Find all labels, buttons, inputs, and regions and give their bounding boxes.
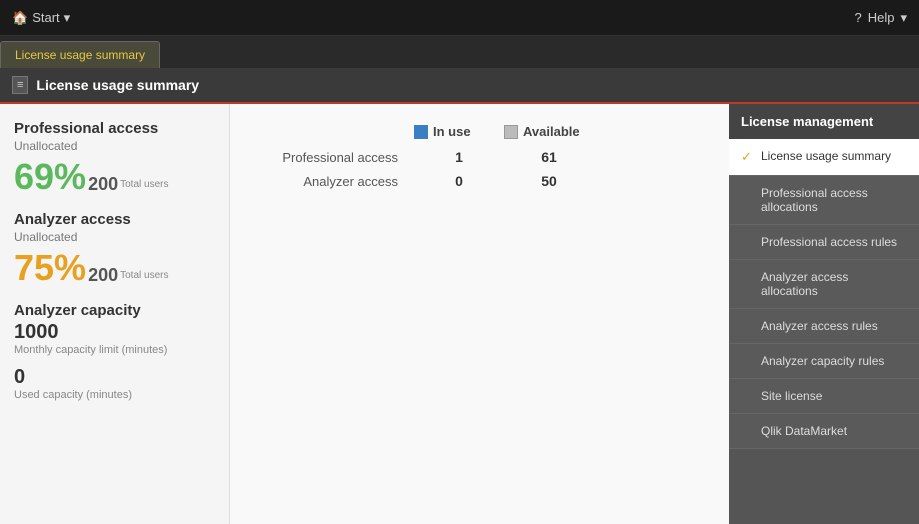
sidebar-item-analyzer-allocations[interactable]: Analyzer access allocations [729, 260, 919, 309]
sidebar-item-qlik-datamarket[interactable]: Qlik DataMarket [729, 414, 919, 449]
analyzer-capacity-label: Monthly capacity limit (minutes) [14, 344, 215, 356]
professional-access-percent: 69% [14, 159, 86, 195]
home-icon: 🏠 [12, 10, 28, 26]
professional-access-subtitle: Unallocated [14, 139, 215, 153]
sidebar-item-professional-rules[interactable]: Professional access rules [729, 225, 919, 260]
in-use-color-swatch [414, 125, 428, 139]
row-professional-inuse: 1 [414, 149, 504, 165]
analyzer-access-total-num: 200 [88, 265, 118, 286]
row-analyzer-inuse: 0 [414, 173, 504, 189]
analyzer-access-section: Analyzer access Unallocated 75% 200 Tota… [14, 211, 215, 286]
page-header: ≡ License usage summary [0, 68, 919, 104]
page-title: License usage summary [36, 77, 199, 93]
professional-access-total-num: 200 [88, 174, 118, 195]
available-color-swatch [504, 125, 518, 139]
tab-license-usage-summary[interactable]: License usage summary [0, 41, 160, 68]
top-nav: 🏠 Start ▾ ? Help ▾ [0, 0, 919, 36]
professional-access-stats: 69% 200 Total users [14, 159, 215, 195]
analyzer-access-total-label: Total users [120, 270, 168, 282]
analyzer-access-percent: 75% [14, 250, 86, 286]
check-icon: ✓ [741, 149, 755, 165]
sidebar-item-label-site-license: Site license [761, 389, 907, 403]
row-professional-available: 61 [504, 149, 594, 165]
table-row-analyzer: Analyzer access 0 50 [254, 173, 705, 189]
sidebar-item-analyzer-access-rules[interactable]: Analyzer access rules [729, 309, 919, 344]
sidebar-item-site-license[interactable]: Site license [729, 379, 919, 414]
main-layout: Professional access Unallocated 69% 200 … [0, 104, 919, 524]
professional-access-section: Professional access Unallocated 69% 200 … [14, 120, 215, 195]
help-label: Help [868, 10, 895, 25]
sidebar-item-label-professional-rules: Professional access rules [761, 235, 907, 249]
page-header-icon: ≡ [12, 76, 28, 94]
col-header-available: Available [504, 124, 594, 139]
analyzer-capacity-section: Analyzer capacity 1000 Monthly capacity … [14, 302, 215, 401]
sidebar-item-license-usage-summary[interactable]: ✓ License usage summary [729, 139, 919, 176]
sidebar-item-label-license-usage: License usage summary [761, 149, 907, 163]
start-arrow-icon: ▾ [64, 10, 71, 26]
sidebar-item-professional-allocations[interactable]: Professional access allocations [729, 176, 919, 225]
analyzer-used-label: Used capacity (minutes) [14, 389, 215, 401]
sidebar-item-label-qlik-datamarket: Qlik DataMarket [761, 424, 907, 438]
sidebar-item-label-analyzer-capacity-rules: Analyzer capacity rules [761, 354, 907, 368]
analyzer-capacity-value: 1000 [14, 321, 215, 344]
professional-access-total-label: Total users [120, 179, 168, 191]
analyzer-access-subtitle: Unallocated [14, 230, 215, 244]
col-header-in-use-label: In use [433, 124, 471, 139]
sidebar-header: License management [729, 104, 919, 139]
start-menu[interactable]: 🏠 Start ▾ [12, 10, 70, 26]
col-header-in-use: In use [414, 124, 504, 139]
sidebar-item-analyzer-capacity-rules[interactable]: Analyzer capacity rules [729, 344, 919, 379]
row-analyzer-available: 50 [504, 173, 594, 189]
start-label: Start [32, 10, 59, 25]
analyzer-access-stats: 75% 200 Total users [14, 250, 215, 286]
row-analyzer-label: Analyzer access [254, 174, 414, 189]
analyzer-access-title: Analyzer access [14, 211, 215, 228]
right-sidebar: License management ✓ License usage summa… [729, 104, 919, 524]
analyzer-used-value: 0 [14, 366, 215, 389]
table-row-professional: Professional access 1 61 [254, 149, 705, 165]
sidebar-item-label-professional-allocations: Professional access allocations [761, 186, 907, 214]
center-panel: In use Available Professional access 1 6… [230, 104, 729, 524]
row-professional-label: Professional access [254, 150, 414, 165]
tab-bar: License usage summary [0, 36, 919, 68]
sidebar-item-label-analyzer-access-rules: Analyzer access rules [761, 319, 907, 333]
help-menu[interactable]: ? Help ▾ [854, 10, 907, 26]
analyzer-capacity-title: Analyzer capacity [14, 302, 215, 319]
help-arrow-icon: ▾ [900, 10, 907, 26]
sidebar-item-label-analyzer-allocations: Analyzer access allocations [761, 270, 907, 298]
table-header: In use Available [254, 124, 705, 139]
col-header-available-label: Available [523, 124, 580, 139]
professional-access-title: Professional access [14, 120, 215, 137]
left-panel: Professional access Unallocated 69% 200 … [0, 104, 230, 524]
help-circle-icon: ? [854, 10, 861, 25]
